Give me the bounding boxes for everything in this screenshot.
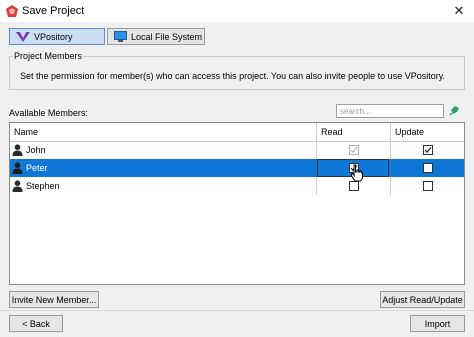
table-row[interactable]: John xyxy=(10,141,464,159)
user-icon xyxy=(12,180,23,192)
import-button[interactable]: Import xyxy=(410,315,465,332)
column-header-update[interactable]: Update xyxy=(395,127,424,137)
invite-new-member-button[interactable]: Invite New Member... xyxy=(9,291,99,308)
update-checkbox[interactable] xyxy=(423,181,433,191)
column-header-read[interactable]: Read xyxy=(321,127,343,137)
member-name: Stephen xyxy=(26,181,60,191)
title-bar: Save Project ✕ xyxy=(0,0,474,22)
tab-local-file-system-label: Local File System xyxy=(131,31,203,42)
monitor-icon xyxy=(114,31,127,42)
user-icon xyxy=(12,162,23,174)
project-members-legend: Project Members xyxy=(13,51,84,61)
table-row-selected[interactable]: Peter xyxy=(10,159,464,177)
read-checkbox xyxy=(349,145,359,155)
table-header: Name Read Update xyxy=(10,123,464,142)
window-title: Save Project xyxy=(22,5,85,17)
back-button[interactable]: < Back xyxy=(9,315,63,332)
hand-cursor-icon xyxy=(351,164,363,182)
tab-local-file-system[interactable]: Local File System xyxy=(107,28,205,45)
tab-vpository-label: VPository xyxy=(34,31,73,42)
table-row[interactable]: Stephen xyxy=(10,177,464,195)
user-icon xyxy=(12,144,23,156)
members-table: Name Read Update John Peter Stephen xyxy=(9,122,465,285)
app-logo-icon xyxy=(6,5,18,17)
member-name: Peter xyxy=(26,163,48,173)
divider xyxy=(0,310,474,311)
column-header-name[interactable]: Name xyxy=(14,127,38,137)
update-checkbox[interactable] xyxy=(423,145,433,155)
vpository-icon xyxy=(16,31,30,42)
tab-vpository[interactable]: VPository xyxy=(9,28,105,45)
read-checkbox[interactable] xyxy=(349,181,359,191)
permission-description: Set the permission for member(s) who can… xyxy=(20,71,446,81)
member-name: John xyxy=(26,145,46,155)
adjust-read-update-button[interactable]: Adjust Read/Update xyxy=(380,291,465,308)
available-members-label: Available Members: xyxy=(9,108,88,118)
close-icon[interactable]: ✕ xyxy=(452,3,466,19)
filter-pin-icon[interactable] xyxy=(449,104,461,116)
search-input[interactable] xyxy=(336,104,444,118)
update-checkbox[interactable] xyxy=(423,163,433,173)
